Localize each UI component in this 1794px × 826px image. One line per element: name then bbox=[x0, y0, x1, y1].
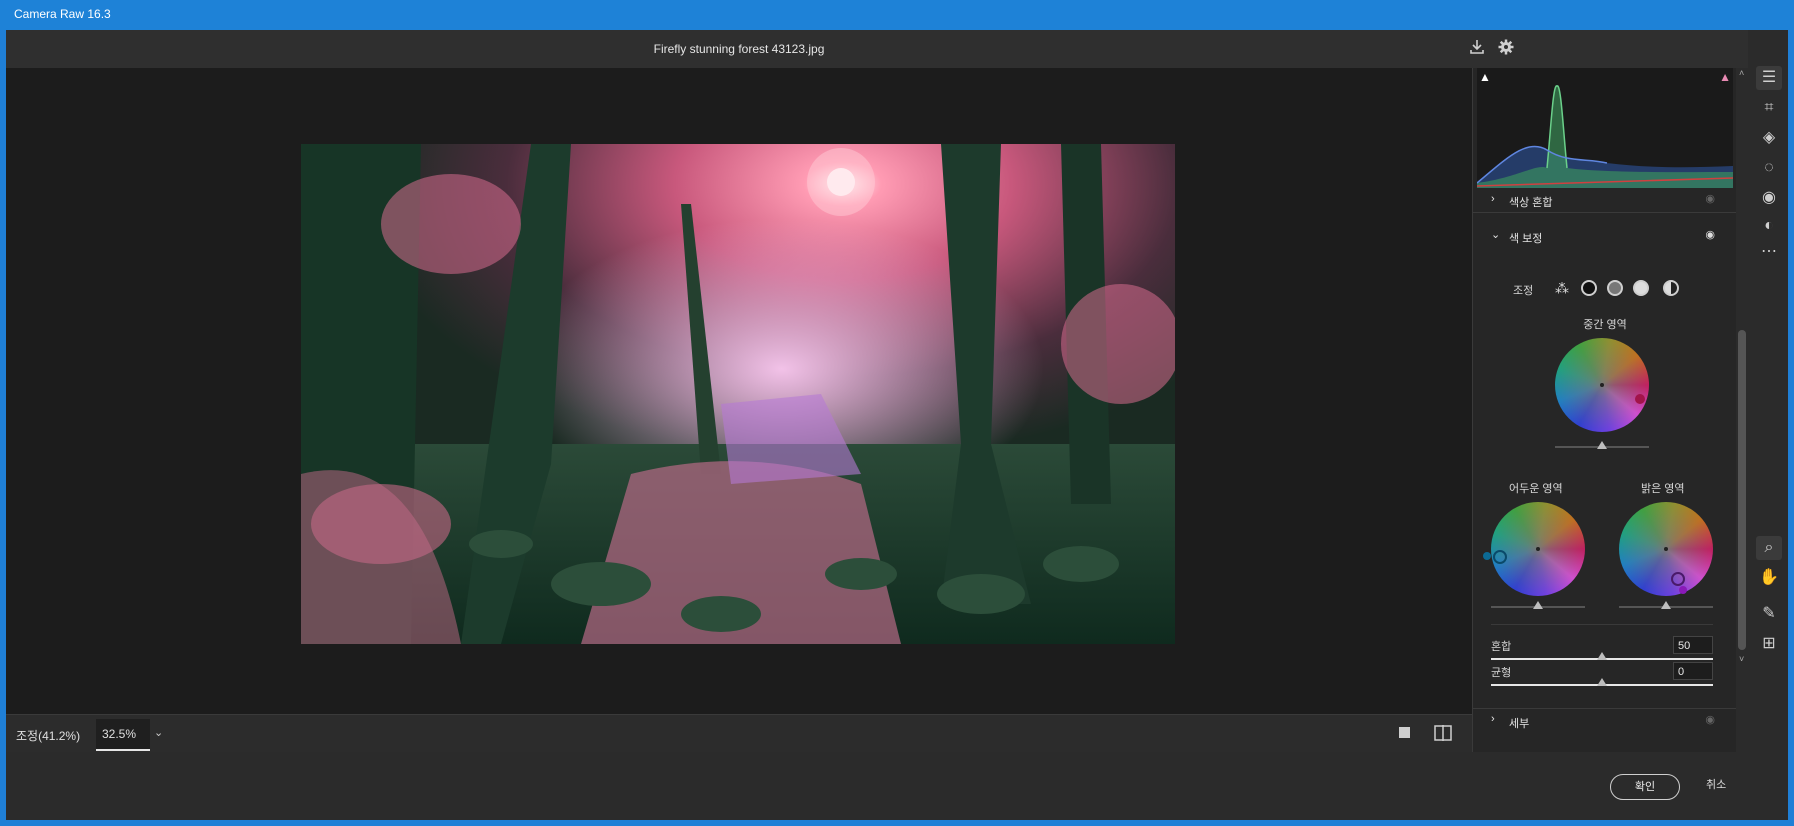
highlights-handle[interactable] bbox=[1671, 572, 1685, 586]
crop-icon[interactable]: ⌗ bbox=[1756, 96, 1782, 120]
highlights-hue-dot bbox=[1679, 586, 1687, 594]
single-view-icon[interactable] bbox=[1398, 726, 1412, 740]
bottom-bar: 조정(41.2%) 32.5% ⌄ bbox=[6, 714, 1472, 753]
redeye-icon[interactable]: ◉ bbox=[1756, 186, 1782, 210]
blending-label: 혼합 bbox=[1491, 641, 1512, 653]
section-detail[interactable]: › 세부 ◉ bbox=[1473, 708, 1737, 731]
eye-icon[interactable]: ◉ bbox=[1705, 713, 1715, 726]
more-icon[interactable]: ⋯ bbox=[1756, 240, 1782, 264]
before-after-icon[interactable] bbox=[1434, 725, 1452, 741]
midtones-wheel[interactable] bbox=[1555, 338, 1649, 432]
shadows-label: 어두운 영역 bbox=[1509, 483, 1563, 495]
title-bar: Camera Raw 16.3 bbox=[0, 0, 1794, 30]
scrollbar-thumb[interactable] bbox=[1738, 330, 1746, 650]
edit-icon[interactable]: ☰ bbox=[1756, 66, 1782, 90]
highlights-mode-icon[interactable] bbox=[1633, 280, 1649, 296]
panel-scrollbar[interactable]: ˄ ˅ bbox=[1736, 68, 1748, 752]
footer: 확인 취소 bbox=[6, 752, 1788, 820]
highlights-luminance-thumb[interactable] bbox=[1661, 601, 1671, 609]
blending-thumb[interactable] bbox=[1597, 652, 1607, 660]
midtones-handle[interactable] bbox=[1635, 394, 1645, 404]
chevron-down-icon: ⌄ bbox=[1491, 229, 1501, 241]
divider bbox=[1491, 624, 1713, 625]
section-title: 색 보정 bbox=[1509, 233, 1543, 245]
shadows-wheel[interactable] bbox=[1491, 502, 1585, 596]
histogram: ▲ ▲ bbox=[1476, 68, 1734, 188]
tool-strip: ☰ ⌗ ◈ ◌ ◉ ◐ ⋯ ⌕ ✋ ✎ ⊞ bbox=[1748, 30, 1788, 820]
zoom-icon[interactable]: ⌕ bbox=[1756, 536, 1782, 560]
balance-value-field[interactable]: 0 bbox=[1673, 662, 1713, 680]
file-name: Firefly stunning forest 43123.jpg bbox=[653, 42, 825, 56]
adjust-label: 조정 bbox=[1513, 285, 1534, 297]
shadows-handle[interactable] bbox=[1493, 550, 1507, 564]
shadow-clipping-icon[interactable]: ▲ bbox=[1479, 70, 1491, 84]
balance-thumb[interactable] bbox=[1597, 678, 1607, 686]
shadows-hue-dot bbox=[1483, 552, 1491, 560]
mask-icon[interactable]: ◌ bbox=[1756, 156, 1782, 180]
blending-value-field[interactable]: 50 bbox=[1673, 636, 1713, 654]
section-title: 색상 혼합 bbox=[1509, 197, 1553, 209]
ok-button[interactable]: 확인 bbox=[1610, 774, 1680, 800]
chevron-right-icon: › bbox=[1491, 713, 1495, 725]
cancel-button[interactable]: 취소 bbox=[1706, 776, 1726, 792]
chevron-right-icon: › bbox=[1491, 193, 1495, 205]
adjust-mode-selector: ⁂ bbox=[1555, 278, 1755, 298]
wheel-center bbox=[1600, 383, 1604, 387]
highlights-wheel[interactable] bbox=[1619, 502, 1713, 596]
hand-icon[interactable]: ✋ bbox=[1756, 566, 1782, 590]
section-color-mixer[interactable]: › 색상 혼합 ◉ bbox=[1473, 190, 1737, 213]
download-icon[interactable] bbox=[1466, 38, 1488, 60]
midtones-mode-icon[interactable] bbox=[1607, 280, 1623, 296]
three-way-icon[interactable]: ⁂ bbox=[1555, 280, 1569, 297]
eye-icon[interactable]: ◉ bbox=[1705, 192, 1715, 205]
highlight-clipping-icon[interactable]: ▲ bbox=[1719, 70, 1731, 84]
wheel-center bbox=[1536, 547, 1540, 551]
app-title: Camera Raw 16.3 bbox=[14, 7, 111, 21]
grid-icon[interactable]: ⊞ bbox=[1756, 632, 1782, 656]
zoom-level-value: 32.5% bbox=[102, 727, 137, 741]
balance-label: 균형 bbox=[1491, 667, 1512, 679]
image-canvas[interactable] bbox=[6, 68, 1472, 750]
eye-icon[interactable]: ◉ bbox=[1705, 228, 1715, 241]
section-title: 세부 bbox=[1509, 718, 1530, 730]
gear-icon[interactable] bbox=[1495, 38, 1517, 60]
highlights-label: 밝은 영역 bbox=[1641, 483, 1685, 495]
global-mode-icon[interactable] bbox=[1663, 280, 1679, 296]
eyedropper-icon[interactable]: ✎ bbox=[1756, 602, 1782, 626]
forest-photo bbox=[301, 144, 1175, 644]
shadows-luminance-thumb[interactable] bbox=[1533, 601, 1543, 609]
scroll-up-icon[interactable]: ˄ bbox=[1739, 68, 1744, 78]
shadows-mode-icon[interactable] bbox=[1581, 280, 1597, 296]
header-bar: Firefly stunning forest 43123.jpg bbox=[6, 30, 1788, 68]
chevron-down-icon[interactable]: ⌄ bbox=[154, 726, 163, 739]
edit-panel: ▲ ▲ › 색상 혼합 ◉ ⌄ 색 보정 ◉ 조정 ⁂ 중간 영역 어두운 영역 bbox=[1472, 68, 1737, 752]
camera-raw-window: Firefly stunning forest 43123.jpg 조정(41.… bbox=[6, 30, 1788, 820]
wheel-center bbox=[1664, 547, 1668, 551]
midtones-label: 중간 영역 bbox=[1583, 319, 1627, 331]
scroll-down-icon[interactable]: ˅ bbox=[1739, 654, 1744, 664]
zoom-level-field[interactable]: 32.5% bbox=[96, 719, 150, 751]
midtones-luminance-thumb[interactable] bbox=[1597, 441, 1607, 449]
section-color-grading[interactable]: ⌄ 색 보정 ◉ bbox=[1473, 226, 1737, 248]
zoom-fit-button[interactable]: 조정(41.2%) bbox=[16, 727, 80, 744]
eraser-icon[interactable]: ◈ bbox=[1756, 126, 1782, 150]
presets-icon[interactable]: ◐ bbox=[1756, 214, 1782, 238]
